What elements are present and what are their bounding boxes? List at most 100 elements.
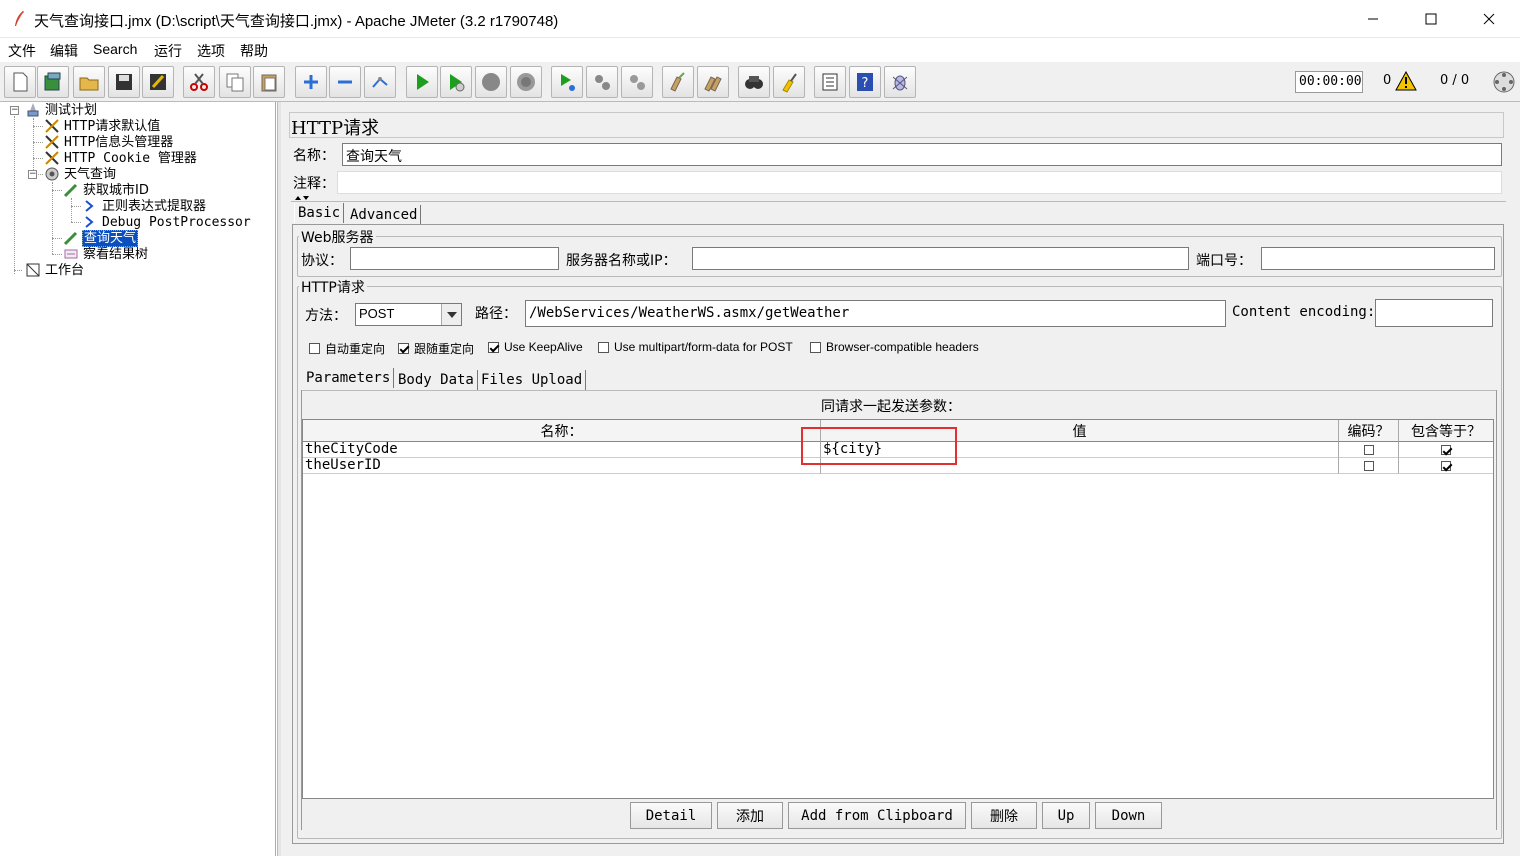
clear-all-button[interactable] <box>697 66 729 98</box>
paste-button[interactable] <box>253 66 285 98</box>
comment-label: 注释： <box>293 176 335 192</box>
row-1-encode-checkbox[interactable] <box>1363 444 1374 455</box>
remote-shutdown-button[interactable] <box>621 66 653 98</box>
paste-icon <box>261 74 277 92</box>
new-button[interactable] <box>4 66 36 98</box>
tree-node-regex-extractor[interactable]: 正则表达式提取器 <box>82 198 207 214</box>
column-header-include-equals[interactable]: 包含等于？ <box>1399 420 1493 442</box>
tab-body-data[interactable]: Body Data <box>395 370 478 390</box>
open-button[interactable] <box>73 66 105 98</box>
multipart-checkbox[interactable]: Use multipart/form-data for POST <box>598 340 793 354</box>
menu-run[interactable]: 运行 <box>154 41 182 61</box>
templates-button[interactable] <box>37 66 69 98</box>
start-no-pauses-button[interactable] <box>440 66 472 98</box>
tree-node-http-defaults[interactable]: HTTP请求默认值 <box>44 118 161 134</box>
collapse-thread-group-toggle[interactable]: − <box>28 170 37 179</box>
path-field[interactable]: /WebServices/WeatherWS.asmx/getWeather <box>525 300 1226 327</box>
copy-button[interactable] <box>219 66 251 98</box>
clear-button[interactable] <box>662 66 694 98</box>
remote-stop-button[interactable] <box>586 66 618 98</box>
shutdown-button[interactable] <box>510 66 542 98</box>
toolbar: ? 00:00:00 0 0 / 0 <box>0 62 1520 102</box>
config-element-icon <box>44 118 60 134</box>
search-button[interactable] <box>738 66 770 98</box>
maximize-button[interactable] <box>1402 0 1460 38</box>
toggle-button[interactable] <box>364 66 396 98</box>
browser-headers-checkbox[interactable]: Browser-compatible headers <box>810 340 979 354</box>
row-2-name-cell[interactable]: theUserID <box>303 458 821 474</box>
post-processor-icon <box>82 214 98 230</box>
basic-tab-content: Web服务器 协议： 服务器名称或IP： 端口号： HTTP请求 方法： POS… <box>292 224 1504 844</box>
name-field[interactable]: 查询天气 <box>342 143 1502 166</box>
tree-node-thread-group[interactable]: 天气查询 <box>44 166 117 182</box>
menu-options[interactable]: 选项 <box>197 41 225 61</box>
tab-basic[interactable]: Basic <box>294 203 345 223</box>
tree-node-results-tree[interactable]: 察看结果树 <box>63 246 149 262</box>
column-header-encode[interactable]: 编码？ <box>1339 420 1399 442</box>
tree-node-get-city-id[interactable]: 获取城市ID <box>63 182 150 198</box>
tab-parameters[interactable]: Parameters <box>303 368 395 388</box>
delete-button[interactable]: 删除 <box>971 802 1037 829</box>
add-from-clipboard-button[interactable]: Add from Clipboard <box>788 802 966 829</box>
start-button[interactable] <box>406 66 438 98</box>
log-viewer-button[interactable] <box>884 66 916 98</box>
column-header-name[interactable]: 名称： <box>303 420 821 442</box>
config-element-icon <box>44 150 60 166</box>
save-as-button[interactable] <box>142 66 174 98</box>
close-button[interactable] <box>1460 0 1518 38</box>
follow-redirect-checkbox[interactable]: 跟随重定向 <box>398 340 474 357</box>
help-button[interactable]: ? <box>849 66 881 98</box>
tree-node-workbench[interactable]: 工作台 <box>25 262 85 278</box>
detail-button[interactable]: Detail <box>630 802 712 829</box>
tree-node-cookie-manager[interactable]: HTTP Cookie 管理器 <box>44 150 198 166</box>
menu-edit[interactable]: 编辑 <box>50 41 78 61</box>
row-1-name-cell[interactable]: theCityCode <box>303 442 821 458</box>
tab-advanced[interactable]: Advanced <box>347 205 422 225</box>
comment-field[interactable] <box>337 171 1502 194</box>
up-button[interactable]: Up <box>1042 802 1090 829</box>
row-1-encode-cell[interactable] <box>1339 442 1399 458</box>
function-helper-button[interactable] <box>814 66 846 98</box>
row-2-encode-cell[interactable] <box>1339 458 1399 474</box>
auto-redirect-checkbox[interactable]: 自动重定向 <box>309 340 385 357</box>
collapse-test-plan-toggle[interactable]: − <box>10 106 19 115</box>
start-icon <box>417 74 429 90</box>
collapse-all-button[interactable] <box>329 66 361 98</box>
reset-search-icon <box>782 73 797 93</box>
warning-icon[interactable] <box>1395 71 1417 91</box>
tab-files-upload[interactable]: Files Upload <box>478 370 587 390</box>
expand-all-button[interactable] <box>295 66 327 98</box>
add-button[interactable]: 添加 <box>717 802 783 829</box>
method-select[interactable]: POST <box>355 303 462 326</box>
cut-button[interactable] <box>183 66 215 98</box>
keepalive-checkbox[interactable]: Use KeepAlive <box>488 340 583 354</box>
remote-status-icon <box>1493 71 1515 93</box>
row-2-include-equals-cell[interactable] <box>1399 458 1493 474</box>
save-button[interactable] <box>108 66 140 98</box>
menu-file[interactable]: 文件 <box>8 41 36 61</box>
tree-node-query-weather[interactable]: 查询天气 <box>63 229 139 247</box>
minimize-icon <box>1368 18 1378 20</box>
row-2-include-equals-checkbox[interactable] <box>1441 460 1451 471</box>
params-caption: 同请求一起发送参数： <box>821 399 961 415</box>
tree-node-test-plan[interactable]: 测试计划 <box>25 102 98 118</box>
menu-search[interactable]: Search <box>93 41 137 57</box>
down-button[interactable]: Down <box>1095 802 1162 829</box>
server-field[interactable] <box>692 247 1189 270</box>
menu-help[interactable]: 帮助 <box>240 41 268 61</box>
minimize-button[interactable] <box>1344 0 1402 38</box>
tree-node-header-manager[interactable]: HTTP信息头管理器 <box>44 134 174 150</box>
row-1-include-equals-cell[interactable] <box>1399 442 1493 458</box>
row-1-include-equals-checkbox[interactable] <box>1441 444 1451 455</box>
reset-search-button[interactable] <box>773 66 805 98</box>
workbench-icon <box>25 262 41 278</box>
port-field[interactable] <box>1261 247 1495 270</box>
remote-start-button[interactable] <box>551 66 583 98</box>
protocol-field[interactable] <box>350 247 559 270</box>
stop-button[interactable] <box>475 66 507 98</box>
tree-node-debug-postprocessor[interactable]: Debug PostProcessor <box>82 214 252 230</box>
row-2-encode-checkbox[interactable] <box>1363 460 1374 471</box>
chevron-down-icon[interactable] <box>441 304 461 325</box>
remote-stop-icon <box>595 75 610 90</box>
content-encoding-field[interactable] <box>1375 299 1493 327</box>
